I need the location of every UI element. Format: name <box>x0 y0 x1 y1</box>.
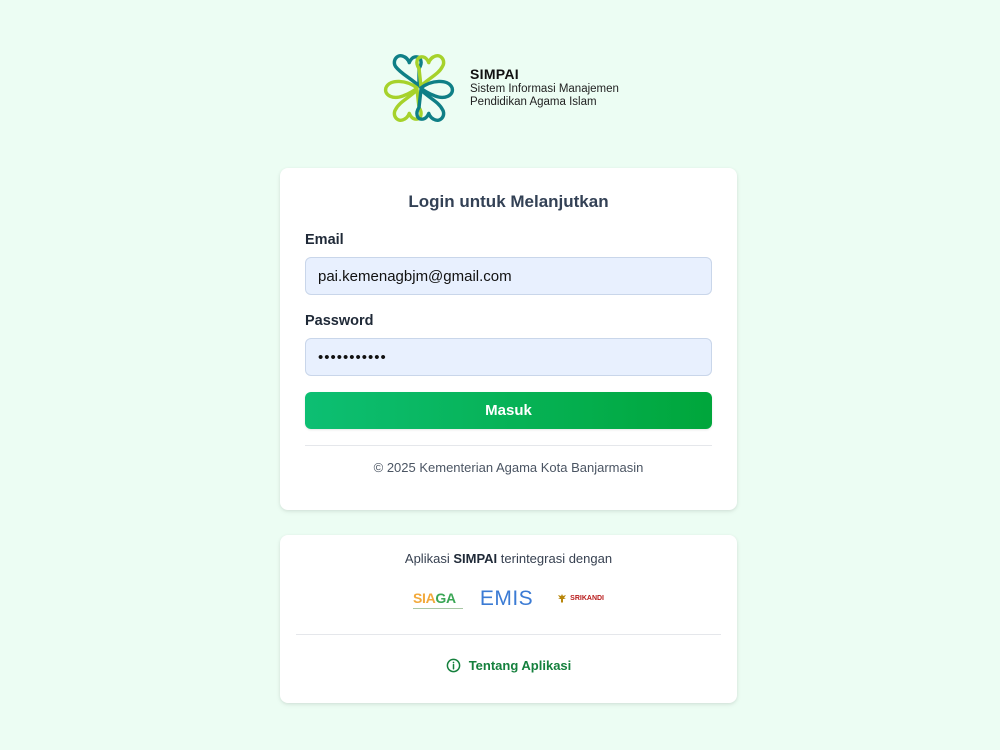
integration-text-before: Aplikasi <box>404 551 450 566</box>
email-field[interactable] <box>305 257 712 295</box>
siaga-logo-part1: SIA <box>412 590 436 606</box>
login-title: Login untuk Melanjutkan <box>408 192 609 211</box>
srikandi-logo[interactable]: SRIKANDI <box>557 593 604 604</box>
integration-text: Aplikasi SIMPAI terintegrasi dengan <box>280 551 737 566</box>
siaga-underline <box>412 608 463 609</box>
login-divider <box>305 445 712 446</box>
heart-clover-logo-icon <box>383 54 455 122</box>
login-button[interactable]: Masuk <box>305 392 712 429</box>
about-app-link[interactable]: Tentang Aplikasi <box>280 658 737 673</box>
email-label: Email <box>305 232 344 248</box>
copyright-text: © 2025 Kementerian Agama Kota Banjarmasi… <box>373 460 644 475</box>
brand-header: SIMPAI Sistem Informasi Manajemen Pendid… <box>380 48 619 128</box>
siaga-logo[interactable]: SIA GA <box>412 590 463 609</box>
brand-name: SIMPAI <box>470 65 519 82</box>
brand-line-2: Pendidikan Agama Islam <box>470 96 597 109</box>
brand-text: SIMPAI Sistem Informasi Manajemen Pendid… <box>470 66 619 110</box>
siaga-logo-part2: GA <box>435 590 456 606</box>
garuda-icon <box>558 593 567 603</box>
emis-logo[interactable]: EMIS <box>480 588 533 609</box>
brand-line-1: Sistem Informasi Manajemen <box>470 82 619 95</box>
srikandi-text: SRIKANDI <box>570 594 605 602</box>
partner-logos: SIA GA EMIS SRIKANDI <box>280 586 737 610</box>
password-label: Password <box>305 313 374 329</box>
about-app-label: Tentang Aplikasi <box>468 658 572 673</box>
integration-app-name: SIMPAI <box>453 551 498 566</box>
login-card: Login untuk Melanjutkan Email Password M… <box>280 168 737 510</box>
password-field[interactable] <box>305 338 712 376</box>
integration-text-after: terintegrasi dengan <box>500 551 613 566</box>
integration-card: Aplikasi SIMPAI terintegrasi dengan SIA G… <box>280 535 737 703</box>
integration-divider <box>296 634 721 635</box>
info-icon <box>446 658 461 673</box>
